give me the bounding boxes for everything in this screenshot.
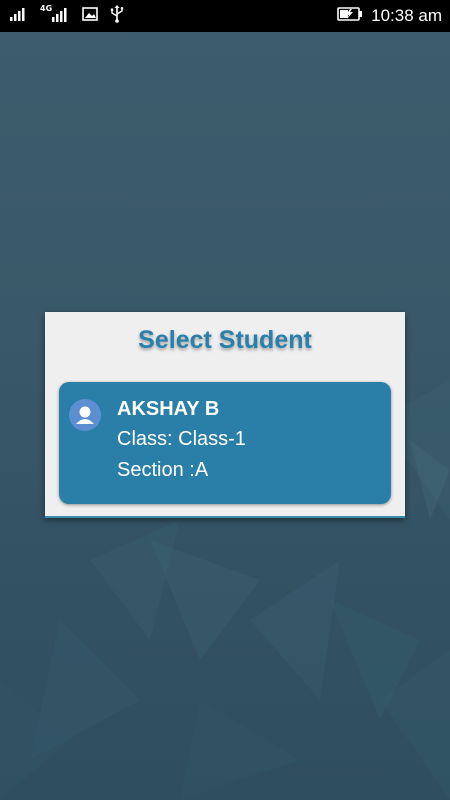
student-card[interactable]: AKSHAY B Class: Class-1 Section :A	[59, 382, 391, 504]
status-time: 10:38 am	[371, 6, 442, 25]
dialog-title: Select Student	[138, 326, 312, 354]
status-bar: 4G 10:38 am	[0, 0, 450, 32]
battery-charging-icon	[337, 6, 363, 26]
status-bar-left: 4G	[10, 3, 136, 28]
select-student-dialog: Select Student AKSHAY B Class: Class-1 S…	[45, 312, 405, 518]
signal-icon	[10, 7, 28, 26]
image-icon	[82, 6, 98, 26]
usb-icon	[110, 4, 124, 28]
student-name: AKSHAY B	[117, 398, 220, 420]
student-section: Section :A	[117, 459, 209, 481]
student-class: Class: Class-1	[117, 428, 246, 450]
network-type-label: 4G	[40, 3, 53, 13]
user-avatar-icon	[69, 399, 101, 431]
status-bar-right: 10:38 am	[337, 0, 442, 32]
signal-4g-icon: 4G	[40, 3, 70, 28]
